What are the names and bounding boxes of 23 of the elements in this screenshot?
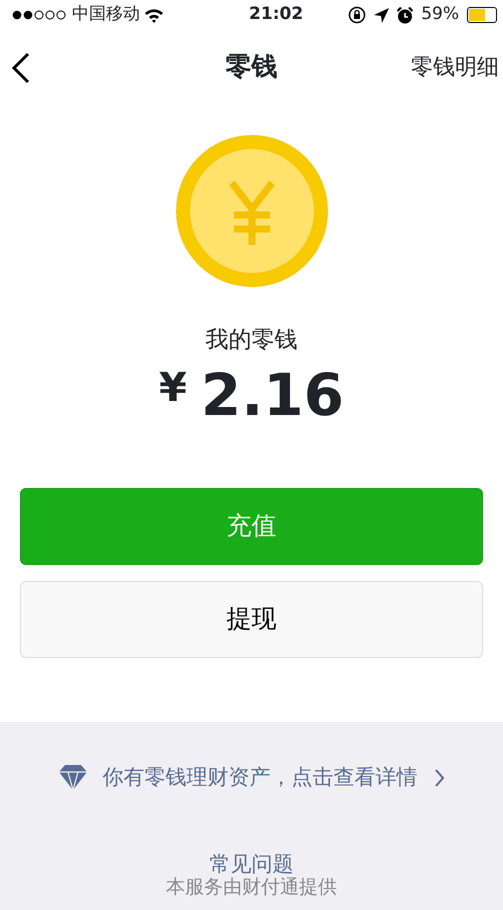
wealth-link[interactable]: 你有零钱理财资产，点击查看详情: [58, 762, 444, 794]
top-up-button[interactable]: 充值: [20, 488, 483, 564]
back-icon[interactable]: [10, 52, 32, 84]
signal-icon: [12, 10, 68, 20]
details-link[interactable]: 零钱明细: [411, 51, 499, 84]
diamond-icon: [58, 765, 86, 790]
balance-label: 我的零钱: [206, 326, 298, 355]
carrier-name: 中国移动: [72, 3, 140, 26]
rotation-lock-icon: [348, 6, 366, 24]
currency-symbol: ¥: [159, 364, 187, 412]
wifi-icon: [144, 8, 164, 22]
balance-amount: 2.16: [200, 366, 344, 424]
battery-icon: [466, 7, 497, 23]
location-icon: [374, 8, 390, 22]
page-title: 零钱: [226, 51, 278, 84]
battery-percentage: 59%: [421, 3, 459, 26]
alarm-icon: [397, 6, 414, 24]
withdraw-button[interactable]: 提现: [20, 580, 483, 658]
coin-icon: [176, 135, 328, 287]
chevron-right-icon: [434, 768, 444, 787]
clock-time: 21:02: [249, 3, 304, 26]
faq-link[interactable]: 常见问题: [210, 852, 294, 877]
service-provider-note: 本服务由财付通提供: [166, 876, 337, 898]
